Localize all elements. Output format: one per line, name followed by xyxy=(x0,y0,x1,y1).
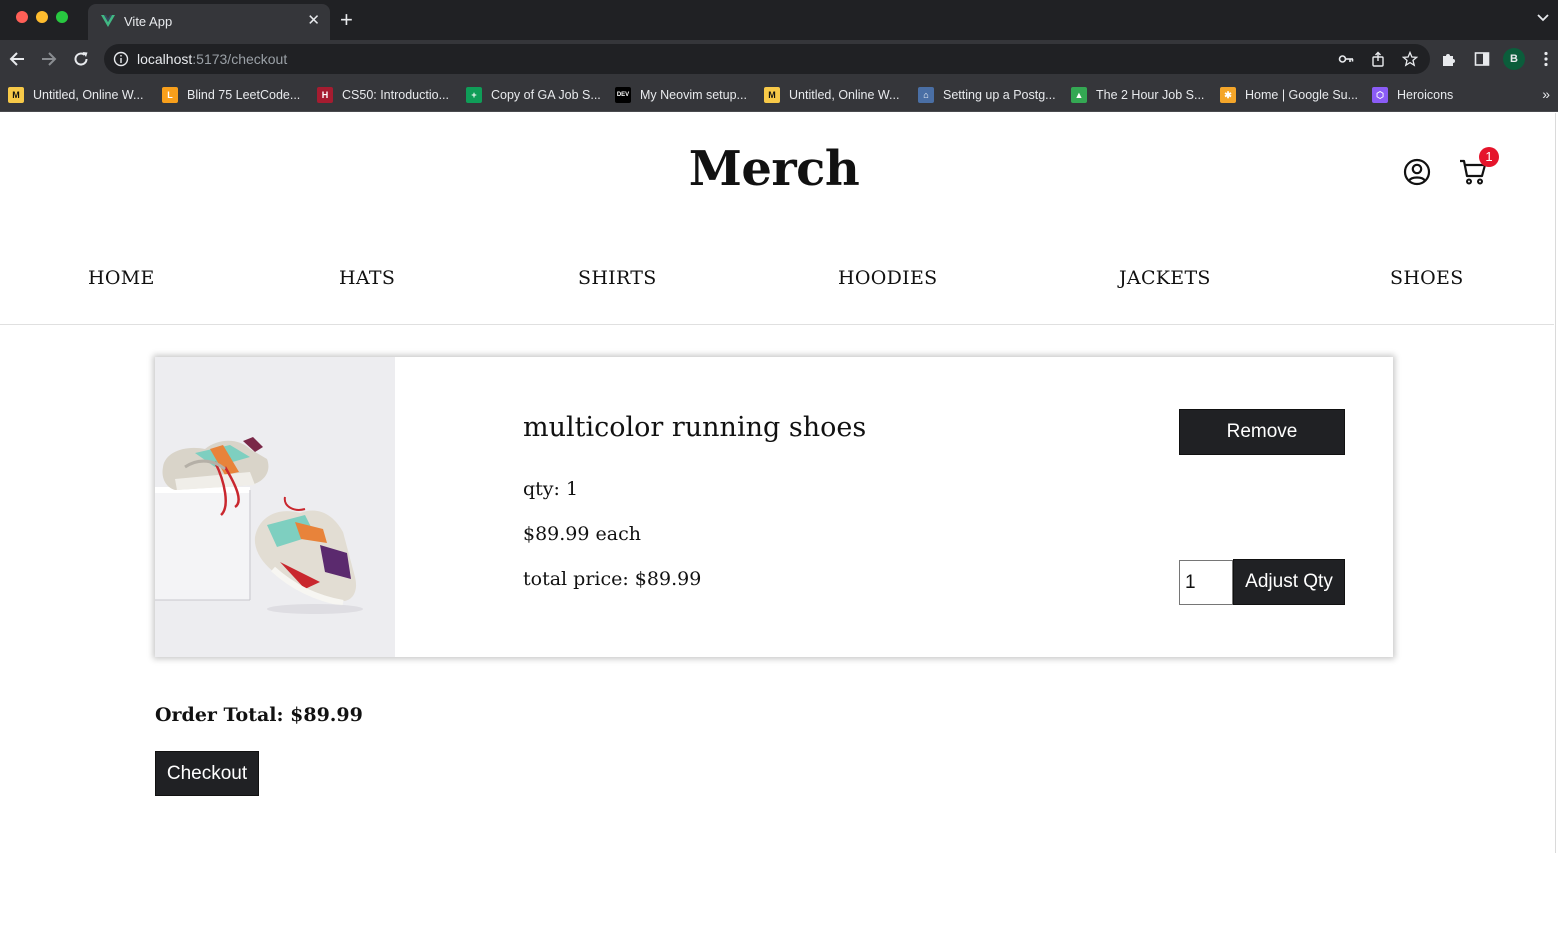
bookmark-label: Untitled, Online W... xyxy=(789,88,900,102)
bookmark-label: Home | Google Su... xyxy=(1245,88,1359,102)
quantity-input[interactable] xyxy=(1179,560,1233,605)
miro-icon: M xyxy=(8,87,24,103)
bookmark-item[interactable]: ▲ The 2 Hour Job S... xyxy=(1071,86,1204,104)
window-zoom-button[interactable] xyxy=(56,11,68,23)
brand-logo[interactable]: Merch xyxy=(0,141,1548,197)
browser-tab-active[interactable]: Vite App ✕ xyxy=(88,4,330,40)
dev-icon: DEV xyxy=(615,87,631,103)
drive-icon: ▲ xyxy=(1071,87,1087,103)
miro-icon: M xyxy=(764,87,780,103)
tab-title: Vite App xyxy=(124,14,173,29)
product-title: multicolor running shoes xyxy=(523,412,867,443)
bookmark-label: The 2 Hour Job S... xyxy=(1096,88,1205,102)
leetcode-icon: L xyxy=(162,87,178,103)
bookmark-label: Heroicons xyxy=(1397,88,1454,102)
cart-item-card: multicolor running shoes qty: 1 $89.99 e… xyxy=(155,357,1393,657)
site-info-icon[interactable] xyxy=(113,51,129,67)
nav-link-jackets[interactable]: JACKETS xyxy=(1119,267,1211,289)
reload-icon[interactable] xyxy=(72,50,90,68)
nav-divider xyxy=(0,324,1554,325)
cart-count-badge: 1 xyxy=(1479,147,1499,167)
harvard-icon: H xyxy=(317,87,333,103)
google-suite-icon: ✱ xyxy=(1220,87,1236,103)
profile-avatar[interactable]: B xyxy=(1503,48,1525,70)
window-close-button[interactable] xyxy=(16,11,28,23)
tab-search-chevron-icon[interactable] xyxy=(1536,11,1550,25)
bookmark-label: CS50: Introductio... xyxy=(342,88,450,102)
browser-menu-icon[interactable] xyxy=(1537,50,1555,68)
nav-link-home[interactable]: HOME xyxy=(88,267,155,289)
bookmark-label: Setting up a Postg... xyxy=(943,88,1056,102)
address-bar[interactable]: localhost:5173/checkout xyxy=(104,44,1430,74)
bookmark-label: Blind 75 LeetCode... xyxy=(187,88,301,102)
bookmark-label: Untitled, Online W... xyxy=(33,88,144,102)
order-total: Order Total: $89.99 xyxy=(155,704,363,726)
bookmark-item[interactable]: M Untitled, Online W... xyxy=(8,86,143,104)
house-icon: ⌂ xyxy=(918,87,934,103)
forward-arrow-icon[interactable] xyxy=(40,50,58,68)
remove-button[interactable]: Remove xyxy=(1179,409,1345,455)
product-quantity: qty: 1 xyxy=(523,478,579,500)
bookmark-item[interactable]: ✱ Home | Google Su... xyxy=(1220,86,1358,104)
browser-toolbar: localhost:5173/checkout B xyxy=(0,40,1558,78)
url-path: :5173/checkout xyxy=(192,51,288,67)
back-arrow-icon[interactable] xyxy=(8,50,26,68)
nav-link-hats[interactable]: HATS xyxy=(339,267,395,289)
bookmarks-overflow-icon[interactable]: » xyxy=(1542,86,1550,102)
bookmark-label: My Neovim setup... xyxy=(640,88,747,102)
product-image xyxy=(155,357,395,657)
nav-link-shoes[interactable]: SHOES xyxy=(1390,267,1464,289)
user-account-icon[interactable] xyxy=(1402,157,1432,187)
browser-titlebar: Vite App ✕ + xyxy=(0,0,1558,40)
bookmark-label: Copy of GA Job S... xyxy=(491,88,601,102)
nav-link-shirts[interactable]: SHIRTS xyxy=(578,267,657,289)
window-minimize-button[interactable] xyxy=(36,11,48,23)
vue-logo-icon xyxy=(101,15,115,27)
bookmark-item[interactable]: + Copy of GA Job S... xyxy=(466,86,601,104)
bookmark-star-icon[interactable] xyxy=(1402,51,1418,67)
bookmark-item[interactable]: DEV My Neovim setup... xyxy=(615,86,747,104)
product-total-price: total price: $89.99 xyxy=(523,568,702,590)
adjust-qty-button[interactable]: Adjust Qty xyxy=(1233,559,1345,605)
extensions-puzzle-icon[interactable] xyxy=(1440,50,1458,68)
bookmark-item[interactable]: ⌂ Setting up a Postg... xyxy=(918,86,1056,104)
product-unit-price: $89.99 each xyxy=(523,523,641,545)
bookmark-item[interactable]: ⬡ Heroicons xyxy=(1372,86,1453,104)
bookmark-item[interactable]: L Blind 75 LeetCode... xyxy=(162,86,300,104)
sheets-icon: + xyxy=(466,87,482,103)
bookmark-item[interactable]: M Untitled, Online W... xyxy=(764,86,899,104)
bookmarks-bar: M Untitled, Online W... L Blind 75 LeetCode… xyxy=(0,78,1558,112)
bookmark-item[interactable]: H CS50: Introductio... xyxy=(317,86,449,104)
page-content: Merch 1 HOME HATS SHIRTS HOODIES JACKETS… xyxy=(0,113,1558,928)
url-host: localhost xyxy=(137,51,193,67)
tab-close-icon[interactable]: ✕ xyxy=(307,11,320,29)
nav-link-hoodies[interactable]: HOODIES xyxy=(838,267,937,289)
key-icon[interactable] xyxy=(1338,51,1354,67)
side-panel-icon[interactable] xyxy=(1473,50,1491,68)
new-tab-button[interactable]: + xyxy=(340,8,353,32)
heroicons-icon: ⬡ xyxy=(1372,87,1388,103)
checkout-button[interactable]: Checkout xyxy=(155,751,259,796)
scrollbar-track xyxy=(1555,113,1556,853)
url-text: localhost:5173/checkout xyxy=(137,51,287,67)
share-icon[interactable] xyxy=(1370,51,1386,67)
